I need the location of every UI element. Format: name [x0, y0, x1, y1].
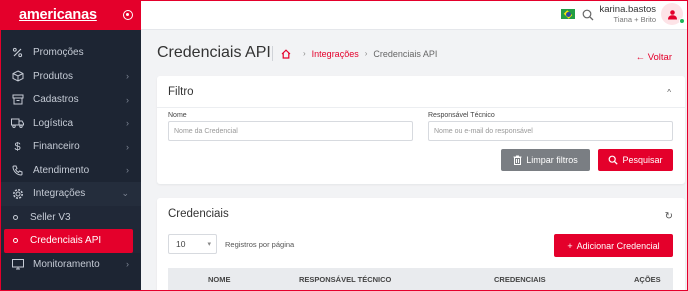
online-status-icon	[679, 18, 685, 24]
sidebar-item-label: Monitoramento	[33, 258, 100, 270]
breadcrumb-separator-icon: ›	[303, 49, 306, 58]
sidebar-item-cadastros[interactable]: Cadastros ›	[0, 88, 141, 112]
sidebar-item-monitoramento[interactable]: Monitoramento ›	[0, 253, 141, 277]
sidebar-item-logistica[interactable]: Logística ›	[0, 112, 141, 136]
sidebar-subitem-label: Credenciais API	[30, 235, 102, 247]
sidebar-item-label: Cadastros	[33, 94, 79, 106]
chevron-right-icon: ›	[126, 118, 129, 129]
divider	[157, 107, 685, 108]
breadcrumb-link[interactable]: Integrações	[312, 49, 359, 59]
clear-filters-button[interactable]: Limpar filtros	[501, 149, 590, 171]
submenu-integracoes: Seller V3 Credenciais API	[0, 205, 141, 253]
tech-field-label: Responsável Técnico	[428, 112, 495, 119]
search-label: Pesquisar	[622, 155, 663, 165]
filter-title: Filtro	[168, 86, 194, 98]
sidebar-item-label: Logística	[33, 117, 74, 129]
brand-logo[interactable]: americanas	[19, 7, 97, 23]
sidebar-subitem-label: Seller V3	[30, 211, 71, 223]
home-icon[interactable]	[281, 48, 291, 59]
archive-icon	[11, 93, 24, 106]
name-field[interactable]: Nome da Credencial	[168, 121, 413, 141]
box-icon	[11, 70, 24, 83]
phone-icon	[11, 164, 24, 177]
column-header-name[interactable]: NOME	[208, 275, 231, 284]
chevron-up-icon[interactable]: ^	[667, 88, 671, 97]
search-button[interactable]: Pesquisar	[598, 149, 673, 171]
search-icon	[608, 155, 619, 165]
back-link[interactable]: ← Voltar	[636, 52, 672, 63]
search-icon[interactable]	[582, 8, 594, 21]
sidebar: americanas Promoções Produtos › Cadastro…	[0, 0, 141, 291]
chevron-down-icon: ▾	[207, 241, 211, 248]
brazil-flag-icon[interactable]	[561, 9, 575, 19]
column-header-tech-responsible[interactable]: RESPONSÁVEL TÉCNICO	[299, 275, 391, 284]
brand-bar: americanas	[0, 0, 141, 30]
sidebar-item-label: Promoções	[33, 47, 84, 59]
sidebar-item-atendimento[interactable]: Atendimento ›	[0, 159, 141, 183]
sidebar-menu: Promoções Produtos › Cadastros › Logísti…	[0, 41, 141, 276]
sidebar-item-label: Financeiro	[33, 141, 80, 153]
circle-icon	[13, 214, 18, 220]
sidebar-item-financeiro[interactable]: $ Financeiro ›	[0, 135, 141, 159]
chevron-right-icon: ›	[126, 71, 129, 82]
column-header-credentials: CREDENCIAIS	[494, 275, 546, 284]
chevron-right-icon: ›	[126, 94, 129, 105]
sidebar-item-produtos[interactable]: Produtos ›	[0, 65, 141, 89]
sidebar-item-label: Atendimento	[33, 164, 90, 176]
topbar: karina.bastos Tiana + Brito	[141, 0, 688, 30]
chevron-down-icon: ⌄	[121, 188, 129, 199]
filter-card: Filtro ^ Nome Nome da Credencial Respons…	[157, 76, 685, 184]
table-header: NOME RESPONSÁVEL TÉCNICO CREDENCIAIS AÇÕ…	[168, 268, 673, 290]
add-credential-label: Adicionar Credencial	[576, 240, 660, 251]
sidebar-subitem-credenciais-api[interactable]: Credenciais API	[4, 229, 133, 253]
plus-icon: +	[567, 240, 573, 251]
clear-filters-label: Limpar filtros	[526, 155, 578, 165]
sidebar-item-integracoes[interactable]: Integrações ⌄	[0, 182, 141, 206]
user-company: Tiana + Brito	[613, 15, 656, 24]
chevron-right-icon: ›	[126, 165, 129, 176]
chevron-right-icon: ›	[126, 141, 129, 152]
add-credential-button[interactable]: + Adicionar Credencial	[554, 234, 673, 257]
user-name[interactable]: karina.bastos	[599, 4, 656, 15]
page-title: Credenciais API	[157, 44, 271, 61]
tech-responsible-field[interactable]: Nome ou e-mail do responsável	[428, 121, 673, 141]
breadcrumb: › Integrações › Credenciais API	[272, 46, 437, 61]
sidebar-item-promocoes[interactable]: Promoções	[0, 41, 141, 65]
page-size-value: 10	[176, 239, 186, 249]
credentials-title: Credenciais	[168, 208, 229, 220]
gear-icon	[11, 187, 24, 200]
breadcrumb-separator-icon: ›	[364, 49, 368, 58]
sidebar-subitem-seller-v3[interactable]: Seller V3	[0, 206, 141, 230]
percent-icon	[11, 46, 24, 59]
credentials-card: Credenciais ↻ 10 ▾ Registros por página …	[157, 198, 685, 291]
breadcrumb-current: Credenciais API	[373, 48, 438, 59]
page-size-label: Registros por página	[225, 240, 295, 249]
sidebar-item-label: Produtos	[33, 70, 74, 82]
sidebar-item-label: Integrações	[33, 188, 86, 200]
truck-icon	[11, 117, 24, 130]
chevron-right-icon: ›	[126, 259, 129, 270]
page-size-select[interactable]: 10 ▾	[168, 234, 217, 254]
monitor-icon	[11, 258, 24, 271]
sidebar-toggle-icon[interactable]	[123, 10, 133, 20]
refresh-icon[interactable]: ↻	[665, 211, 673, 222]
arrow-left-icon: ←	[635, 52, 646, 63]
circle-icon	[13, 238, 18, 244]
name-field-label: Nome	[168, 112, 187, 119]
dollar-icon: $	[14, 140, 21, 153]
trash-icon	[513, 155, 522, 165]
back-label: Voltar	[647, 52, 672, 63]
column-header-actions: AÇÕES	[634, 275, 661, 284]
